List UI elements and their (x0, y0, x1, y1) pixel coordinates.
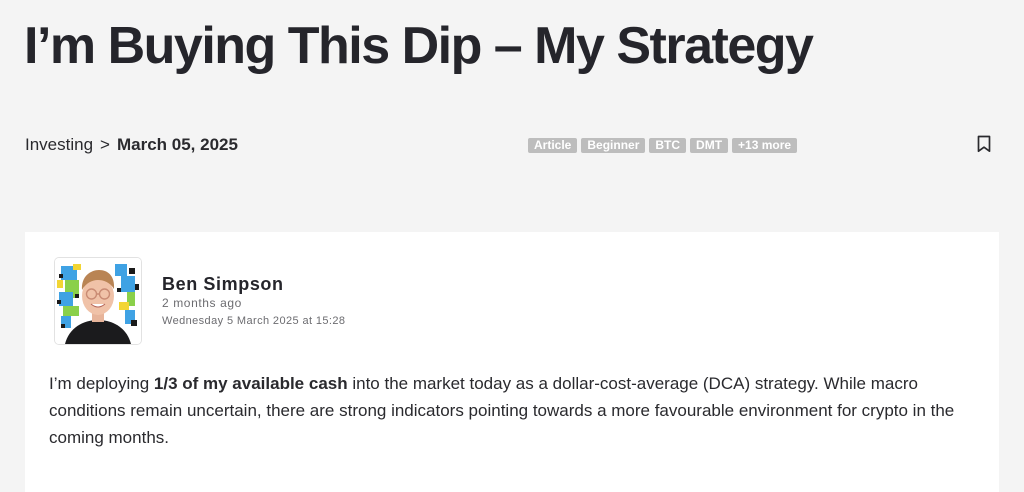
breadcrumb: Investing > March 05, 2025 (25, 134, 238, 156)
article-intro-paragraph: I’m deploying 1/3 of my available cash i… (49, 370, 979, 451)
avatar[interactable] (55, 258, 141, 344)
tag-dmt[interactable]: DMT (690, 138, 729, 153)
author-avatar-image (55, 258, 141, 344)
bookmark-button[interactable] (977, 135, 991, 153)
tag-more[interactable]: +13 more (732, 138, 798, 153)
tag-article[interactable]: Article (528, 138, 578, 153)
page-title: I’m Buying This Dip – My Strategy (24, 17, 814, 75)
article-meta-row: Investing > March 05, 2025 Article Beginne… (25, 134, 1000, 158)
intro-text-bold: 1/3 of my available cash (153, 374, 348, 393)
breadcrumb-category-link[interactable]: Investing (25, 135, 93, 154)
tag-list: Article Beginner BTC DMT +13 more (528, 138, 798, 153)
post-timestamp: Wednesday 5 March 2025 at 15:28 (162, 315, 346, 327)
article-card: Ben Simpson 2 months ago Wednesday 5 Mar… (25, 232, 999, 492)
breadcrumb-date: March 05, 2025 (116, 135, 238, 154)
relative-post-time: 2 months ago (162, 296, 242, 310)
breadcrumb-separator: > (100, 135, 110, 154)
intro-text-start: I’m deploying (49, 374, 154, 393)
tag-beginner[interactable]: Beginner (581, 138, 646, 153)
tag-btc[interactable]: BTC (649, 138, 687, 153)
author-name[interactable]: Ben Simpson (162, 274, 284, 295)
bookmark-icon (977, 135, 991, 153)
